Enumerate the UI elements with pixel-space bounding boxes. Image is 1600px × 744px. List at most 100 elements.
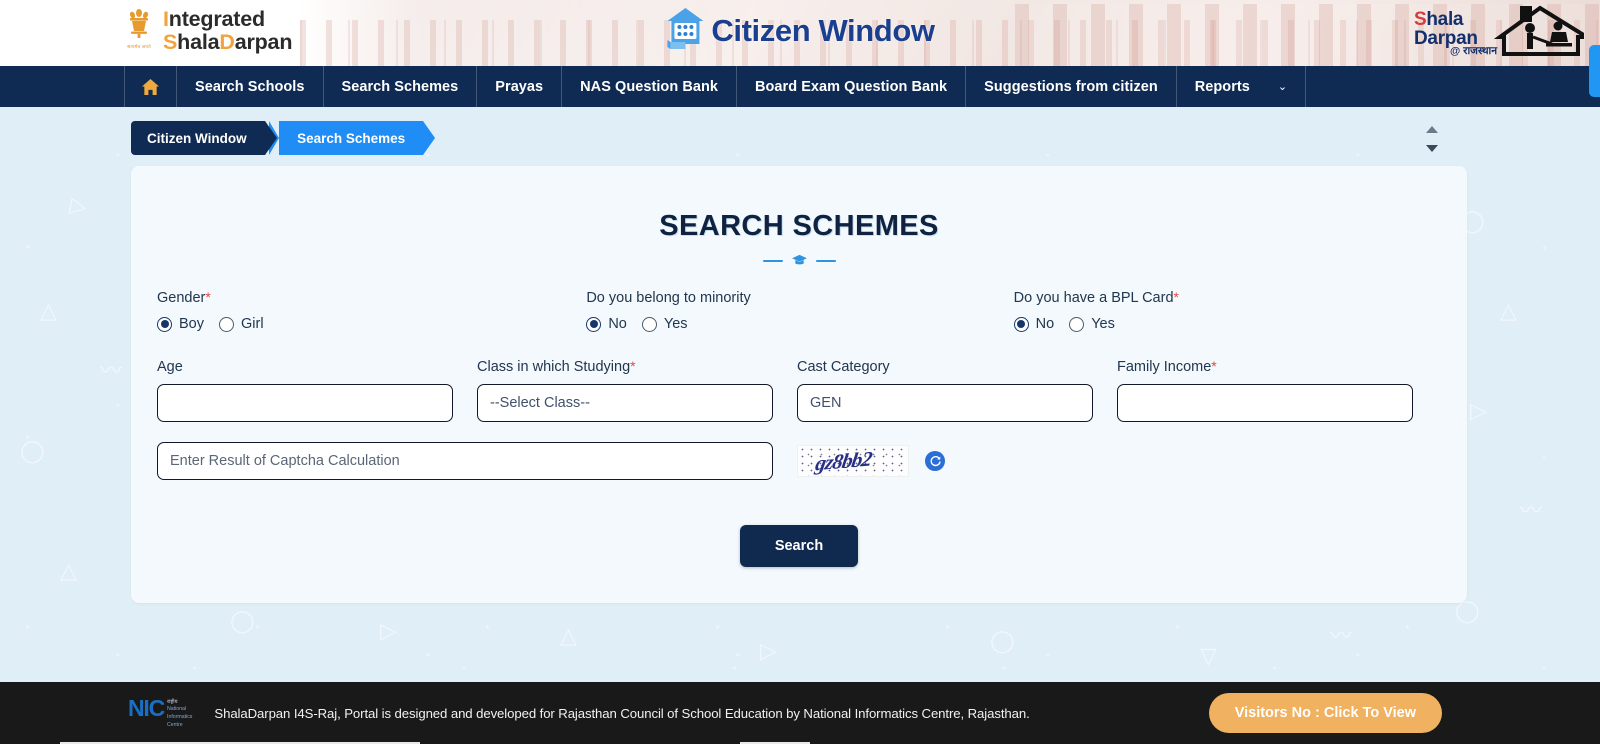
radio-boy[interactable] bbox=[157, 316, 172, 332]
radio-bpl-yes[interactable] bbox=[1069, 316, 1085, 332]
search-schemes-card: SEARCH SCHEMES Gender* Boy Girl Do you b… bbox=[131, 166, 1467, 603]
left-logo-line1-rest: ntegrated bbox=[168, 6, 265, 31]
bpl-group: Do you have a BPL Card* No Yes bbox=[1013, 289, 1443, 332]
bpl-option-yes-label: Yes bbox=[1091, 316, 1115, 332]
gender-label: Gender* bbox=[157, 289, 586, 306]
nav-home-button[interactable] bbox=[124, 66, 177, 107]
page-title: SEARCH SCHEMES bbox=[659, 210, 939, 242]
nic-logo: NIC राष्ट्रीय National Informatics Centr… bbox=[128, 694, 192, 730]
cast-category-select[interactable] bbox=[797, 384, 1093, 422]
gender-option-girl[interactable]: Girl bbox=[219, 316, 264, 332]
divider-line-left bbox=[762, 259, 783, 262]
minority-label: Do you belong to minority bbox=[586, 289, 1013, 306]
left-logo-text: Integrated ShalaDarpan bbox=[163, 6, 293, 55]
integrated-shaladarpan-logo[interactable]: सत्यमेव जयते Integrated ShalaDarpan bbox=[124, 7, 292, 55]
watermark-shape: △ bbox=[560, 623, 577, 648]
search-button-row: Search bbox=[155, 525, 1443, 567]
radio-minority-no[interactable] bbox=[586, 316, 602, 332]
house-window-icon bbox=[665, 6, 705, 55]
nav-item-reports-label: Reports bbox=[1194, 78, 1250, 95]
shala-darpan-text: Shala Darpan bbox=[1414, 9, 1478, 50]
site-footer: NIC राष्ट्रीय National Informatics Centr… bbox=[0, 682, 1600, 744]
gender-options: Boy Girl bbox=[157, 316, 586, 332]
captcha-image: gz8bb2 bbox=[797, 445, 909, 477]
watermark-shape: △ bbox=[1500, 298, 1517, 323]
home-icon bbox=[141, 78, 160, 96]
bpl-option-no[interactable]: No bbox=[1013, 316, 1054, 332]
site-header: सत्यमेव जयते Integrated ShalaDarpan Citi… bbox=[0, 0, 1600, 66]
nav-item-reports[interactable]: Reports ⌄ bbox=[1177, 66, 1307, 107]
watermark-shape: ▷ bbox=[760, 638, 777, 663]
class-label: Class in which Studying* bbox=[477, 358, 773, 375]
shala-darpan-logo[interactable]: Shala Darpan @ राजस्थान bbox=[1402, 4, 1592, 62]
title-divider bbox=[131, 254, 1467, 267]
watermark-shape: △ bbox=[40, 298, 57, 323]
minority-option-no[interactable]: No bbox=[586, 316, 627, 332]
nav-item-board-exam-question-bank[interactable]: Board Exam Question Bank bbox=[737, 66, 967, 107]
watermark-shape: 〰 bbox=[1520, 498, 1543, 523]
fields-row: Age Class in which Studying* Cast Catego… bbox=[155, 358, 1443, 422]
breadcrumb: Citizen Window Search Schemes bbox=[0, 121, 1600, 155]
watermark-shape: 〰 bbox=[1330, 623, 1353, 648]
scroll-spinner[interactable] bbox=[1424, 126, 1440, 152]
age-input[interactable] bbox=[157, 384, 453, 422]
gender-label-text: Gender bbox=[157, 290, 206, 306]
required-marker: * bbox=[205, 289, 211, 305]
captcha-input[interactable] bbox=[157, 442, 773, 480]
citizen-window-logo[interactable]: Citizen Window bbox=[665, 6, 935, 55]
nic-line3: Centre bbox=[167, 721, 183, 728]
family-income-label: Family Income* bbox=[1117, 358, 1413, 375]
watermark-shape: ▷ bbox=[1470, 398, 1487, 423]
nic-line2: Informatics bbox=[167, 713, 193, 720]
search-button[interactable]: Search bbox=[739, 525, 859, 567]
spinner-down-icon[interactable] bbox=[1426, 145, 1438, 152]
gender-option-boy[interactable]: Boy bbox=[157, 316, 204, 332]
age-field-wrapper: Age bbox=[157, 358, 453, 422]
radio-minority-yes[interactable] bbox=[641, 316, 657, 332]
radio-girl[interactable] bbox=[219, 316, 234, 332]
main-navigation: Search Schools Search Schemes Prayas NAS… bbox=[0, 45, 1600, 107]
spinner-up-icon[interactable] bbox=[1426, 126, 1438, 133]
watermark-shape: ▷ bbox=[380, 618, 397, 643]
minority-option-no-label: No bbox=[608, 316, 627, 332]
graduation-cap-icon bbox=[791, 254, 808, 267]
watermark-shape: 〰 bbox=[100, 358, 123, 383]
family-income-input[interactable] bbox=[1117, 384, 1413, 422]
nav-item-search-schemes[interactable]: Search Schemes bbox=[324, 66, 478, 107]
bpl-option-yes[interactable]: Yes bbox=[1069, 316, 1115, 332]
side-panel-tab[interactable] bbox=[1589, 45, 1600, 97]
nav-item-prayas[interactable]: Prayas bbox=[477, 66, 563, 107]
left-logo-line1: Integrated bbox=[163, 6, 265, 31]
visitors-count-button[interactable]: Visitors No : Click To View bbox=[1208, 693, 1442, 733]
age-label-text: Age bbox=[157, 359, 183, 375]
nic-abbr: NIC bbox=[128, 694, 165, 721]
minority-option-yes[interactable]: Yes bbox=[641, 316, 688, 332]
watermark-shape: ◯ bbox=[230, 608, 255, 633]
breadcrumb-item-citizen-window[interactable]: Citizen Window bbox=[131, 121, 277, 155]
breadcrumb-item-search-schemes[interactable]: Search Schemes bbox=[269, 121, 436, 155]
required-marker: * bbox=[630, 358, 636, 374]
watermark-shape: ◯ bbox=[1455, 598, 1480, 623]
family-income-field-wrapper: Family Income* bbox=[1117, 358, 1413, 422]
refresh-icon[interactable] bbox=[925, 451, 945, 471]
age-label: Age bbox=[157, 358, 453, 375]
nic-subtitle: राष्ट्रीय National Informatics Centre bbox=[167, 697, 192, 730]
nav-item-nas-question-bank[interactable]: NAS Question Bank bbox=[562, 66, 737, 107]
footer-credit-text: ShalaDarpan I4S-Raj, Portal is designed … bbox=[214, 705, 1030, 721]
captcha-text: gz8bb2 bbox=[813, 446, 874, 476]
gender-group: Gender* Boy Girl bbox=[157, 289, 586, 332]
citizen-window-text: Citizen Window bbox=[711, 12, 935, 48]
radio-bpl-no[interactable] bbox=[1013, 316, 1029, 332]
nav-item-search-schools[interactable]: Search Schools bbox=[177, 66, 324, 107]
class-select[interactable] bbox=[477, 384, 773, 422]
nav-item-suggestions-from-citizen[interactable]: Suggestions from citizen bbox=[966, 66, 1177, 107]
bpl-label-text: Do you have a BPL Card bbox=[1013, 290, 1174, 306]
left-logo-line2: ShalaDarpan bbox=[163, 30, 293, 54]
shala-darpan-hindi: @ राजस्थान bbox=[1450, 45, 1498, 57]
watermark-shape: ▽ bbox=[1200, 643, 1217, 668]
captcha-row: gz8bb2 bbox=[155, 442, 1443, 480]
gender-option-girl-label: Girl bbox=[241, 316, 264, 332]
divider-line-right bbox=[815, 259, 836, 262]
class-field-wrapper: Class in which Studying* bbox=[477, 358, 773, 422]
watermark-shape: ◯ bbox=[990, 628, 1015, 653]
